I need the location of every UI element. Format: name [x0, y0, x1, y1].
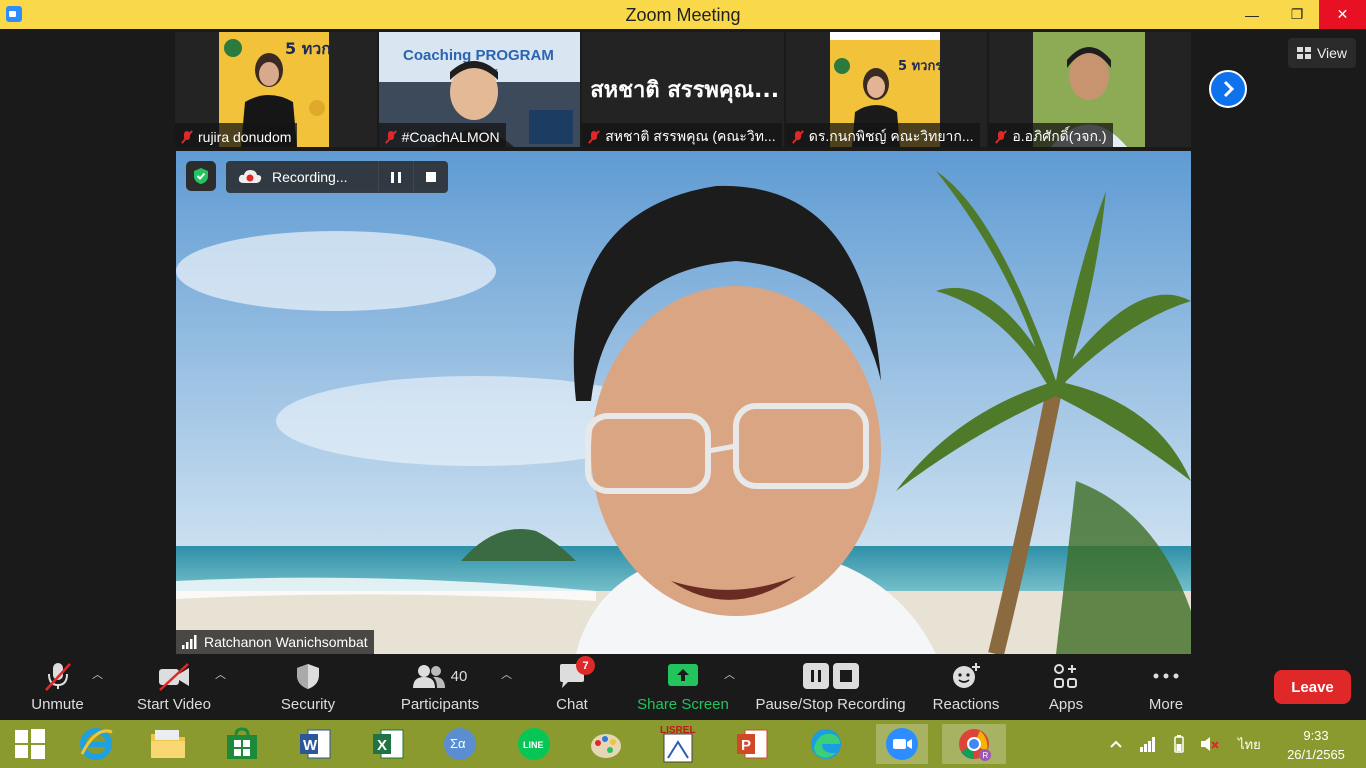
- share-screen-icon: [668, 664, 698, 686]
- maximize-button[interactable]: ❐: [1274, 0, 1320, 29]
- view-button[interactable]: View: [1288, 38, 1356, 68]
- chrome-icon[interactable]: R: [942, 724, 1006, 764]
- participants-options-chevron-icon[interactable]: ︿: [501, 666, 512, 682]
- windows-taskbar: W X Σα LINE LISREL P R ไทย 9:33 26/1/256…: [0, 720, 1366, 768]
- mic-muted-icon: [792, 130, 804, 144]
- pause-stop-recording-button[interactable]: Pause/Stop Recording: [752, 656, 909, 720]
- apps-icon: [1054, 664, 1077, 688]
- windows-start-icon[interactable]: [10, 724, 50, 764]
- participants-icon: [412, 665, 445, 688]
- reactions-button[interactable]: Reactions: [928, 656, 1004, 720]
- pause-icon: [802, 663, 829, 689]
- close-button[interactable]: ✕: [1319, 0, 1366, 29]
- active-speaker-video[interactable]: Recording... Ratchanon Wanichsombat: [176, 151, 1191, 654]
- unmute-button[interactable]: Unmute: [20, 656, 95, 720]
- stop-recording-button[interactable]: [413, 161, 448, 193]
- svg-text:W: W: [303, 737, 318, 754]
- virtual-background: [176, 151, 1191, 654]
- more-dots-icon: [1153, 673, 1179, 679]
- stop-icon: [832, 663, 859, 689]
- recording-label: Recording...: [272, 169, 348, 185]
- participant-tile[interactable]: อ.อภิศักดิ์(วจก.): [989, 32, 1191, 147]
- paint-icon[interactable]: [586, 724, 626, 764]
- encryption-shield-icon[interactable]: [186, 161, 216, 191]
- signal-strength-icon: [182, 635, 197, 649]
- recording-indicator: Recording...: [226, 161, 448, 193]
- internet-explorer-icon[interactable]: [76, 724, 116, 764]
- participant-tile[interactable]: 5 ทวกร สังคม rujira donudom: [175, 32, 377, 147]
- security-shield-icon: [297, 664, 319, 689]
- svg-text:LINE: LINE: [523, 740, 544, 750]
- share-screen-button[interactable]: Share Screen: [636, 656, 730, 720]
- mic-muted-icon: [385, 130, 397, 144]
- reactions-smiley-icon: [953, 663, 980, 688]
- participant-name: rujira donudom: [175, 123, 298, 147]
- leave-meeting-button[interactable]: Leave: [1274, 670, 1351, 704]
- more-button[interactable]: More: [1144, 656, 1188, 720]
- meeting-toolbar: Unmute ︿ Start Video ︿ Security 40 Parti…: [0, 656, 1366, 720]
- participant-name: ดร.กนกพิชญ์ คณะวิทยาก...: [785, 123, 980, 147]
- microsoft-word-icon[interactable]: W: [295, 724, 335, 764]
- participant-tile[interactable]: 5 ทวกร สังคม ดร.กนกพิชญ์ คณะวิทยาก...: [785, 32, 988, 147]
- window-title: Zoom Meeting: [625, 5, 741, 25]
- next-page-button[interactable]: [1209, 70, 1247, 108]
- participant-tile[interactable]: สหชาติ สรรพคุณ... สหชาติ สรรพคุณ (คณะวิท…: [582, 32, 784, 147]
- battery-icon[interactable]: [1170, 720, 1188, 768]
- start-video-button[interactable]: Start Video: [130, 656, 218, 720]
- security-button[interactable]: Security: [270, 656, 346, 720]
- file-explorer-icon[interactable]: [148, 724, 188, 764]
- video-options-chevron-icon[interactable]: ︿: [215, 666, 226, 682]
- line-app-icon[interactable]: LINE: [514, 724, 554, 764]
- minimize-button[interactable]: —: [1229, 0, 1275, 29]
- participant-name: อ.อภิศักดิ์(วจก.): [989, 123, 1113, 147]
- mic-muted-icon: [181, 130, 193, 144]
- video-off-icon: [159, 663, 189, 691]
- participant-display-name: สหชาติ สรรพคุณ...: [590, 78, 780, 103]
- participant-strip: 5 ทวกร สังคม rujira donudom Coaching PRO…: [175, 32, 1191, 147]
- chevron-right-icon: [1223, 80, 1235, 98]
- svg-text:LISREL: LISREL: [660, 725, 696, 736]
- audio-options-chevron-icon[interactable]: ︿: [92, 666, 103, 682]
- mic-muted-icon: [995, 130, 1007, 144]
- clock-time: 9:33: [1303, 728, 1329, 743]
- meeting-area: 5 ทวกร สังคม rujira donudom Coaching PRO…: [0, 29, 1366, 656]
- clock-date: 26/1/2565: [1287, 747, 1345, 762]
- mic-muted-icon: [44, 663, 71, 691]
- title-bar: Zoom Meeting — ❐ ✕: [0, 0, 1366, 29]
- grid-icon: [1296, 47, 1311, 59]
- microsoft-store-icon[interactable]: [222, 724, 262, 764]
- input-language[interactable]: ไทย: [1238, 720, 1261, 768]
- pause-recording-button[interactable]: [378, 161, 413, 193]
- cloud-recording-icon: [238, 170, 262, 183]
- chat-button[interactable]: 7 Chat: [547, 656, 597, 720]
- lisrel-icon[interactable]: LISREL: [658, 724, 698, 764]
- mic-muted-icon: [588, 130, 600, 144]
- microsoft-edge-icon[interactable]: [806, 724, 846, 764]
- svg-text:Σα: Σα: [450, 736, 466, 751]
- math-input-panel-icon[interactable]: Σα: [440, 724, 480, 764]
- microsoft-excel-icon[interactable]: X: [368, 724, 408, 764]
- chevron-up-icon: [1110, 740, 1122, 748]
- apps-button[interactable]: Apps: [1044, 656, 1088, 720]
- zoom-taskbar-icon[interactable]: [876, 724, 928, 764]
- participants-count: 40: [450, 667, 468, 685]
- active-speaker-label: Ratchanon Wanichsombat: [176, 630, 374, 654]
- svg-text:X: X: [377, 737, 387, 754]
- poster-title: 5 ทวกร สังคม: [285, 39, 329, 58]
- network-signal-icon[interactable]: [1140, 720, 1156, 768]
- svg-text:5 ทวกร สังคม: 5 ทวกร สังคม: [898, 59, 940, 74]
- svg-text:R: R: [983, 751, 989, 760]
- show-hidden-icons[interactable]: [1110, 720, 1122, 768]
- microsoft-powerpoint-icon[interactable]: P: [732, 724, 772, 764]
- participants-button[interactable]: 40 Participants: [398, 656, 482, 720]
- share-options-chevron-icon[interactable]: ︿: [724, 666, 735, 682]
- chat-unread-badge: 7: [576, 656, 595, 675]
- svg-text:P: P: [741, 737, 751, 754]
- participant-tile[interactable]: Coaching PROGRAM for rer #CoachALMON: [378, 32, 581, 147]
- participant-name: #CoachALMON: [378, 123, 506, 147]
- volume-muted-icon[interactable]: [1200, 720, 1220, 768]
- taskbar-clock[interactable]: 9:33 26/1/2565: [1278, 726, 1354, 764]
- participant-name: สหชาติ สรรพคุณ (คณะวิท...: [582, 123, 782, 147]
